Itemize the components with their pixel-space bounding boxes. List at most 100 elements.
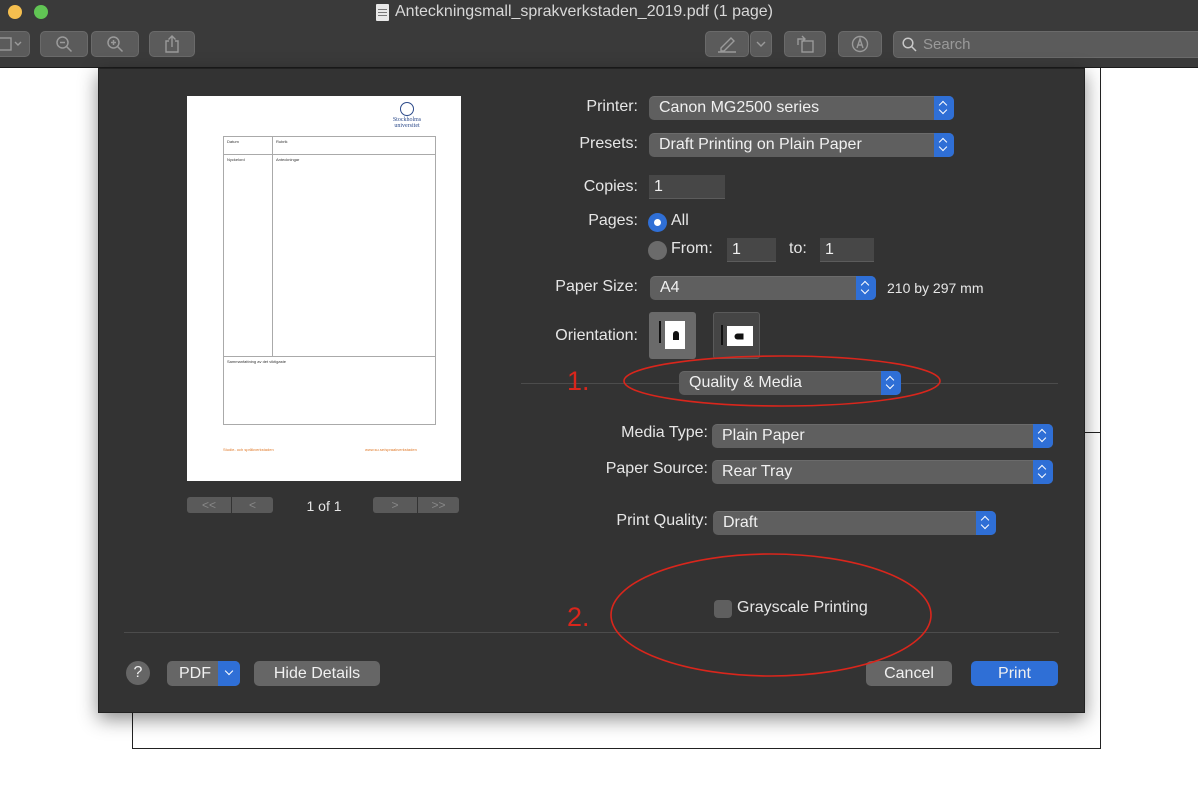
preview-line bbox=[224, 154, 435, 155]
print-preview: Stockholms universitet Datum Rubrik Nyck… bbox=[187, 96, 461, 481]
pages-from-field[interactable]: 1 bbox=[727, 238, 776, 262]
zoom-in-icon bbox=[107, 36, 124, 53]
copies-field[interactable]: 1 bbox=[649, 175, 725, 199]
printer-value: Canon MG2500 series bbox=[659, 99, 820, 116]
zoom-in-button[interactable] bbox=[91, 31, 139, 57]
media-type-value: Plain Paper bbox=[722, 427, 805, 444]
rotate-button[interactable] bbox=[784, 31, 826, 57]
university-logo: Stockholms universitet bbox=[387, 102, 427, 129]
pages-to-label: to: bbox=[789, 240, 807, 257]
share-icon bbox=[165, 35, 179, 53]
pages-all-radio[interactable] bbox=[648, 213, 667, 232]
previous-page-button[interactable]: < bbox=[232, 497, 273, 513]
preview-line bbox=[272, 137, 273, 356]
markup-icon bbox=[718, 37, 736, 53]
presets-select[interactable]: Draft Printing on Plain Paper bbox=[649, 133, 954, 157]
preview-datum: Datum bbox=[227, 139, 239, 144]
bottom-separator bbox=[124, 632, 1059, 633]
updown-arrows-icon bbox=[856, 276, 876, 300]
orientation-landscape-button[interactable] bbox=[713, 312, 760, 359]
updown-arrows-icon bbox=[1033, 460, 1053, 484]
paper-size-label: Paper Size: bbox=[555, 278, 638, 295]
last-page-button[interactable]: >> bbox=[418, 497, 459, 513]
section-value: Quality & Media bbox=[689, 374, 802, 391]
chevron-down-icon bbox=[756, 41, 766, 47]
annotation-marker-1: 1. bbox=[567, 366, 590, 396]
zoom-window-button[interactable] bbox=[34, 5, 48, 19]
logo-line-2: universitet bbox=[394, 123, 420, 129]
pdf-document-icon bbox=[376, 3, 389, 21]
sidebar-icon bbox=[0, 37, 22, 51]
help-button[interactable]: ? bbox=[126, 661, 150, 685]
print-quality-value: Draft bbox=[723, 514, 758, 531]
presets-value: Draft Printing on Plain Paper bbox=[659, 136, 862, 153]
copies-label: Copies: bbox=[583, 178, 638, 195]
next-page-button[interactable]: > bbox=[373, 497, 417, 513]
minimize-button[interactable] bbox=[8, 5, 22, 19]
annotate-icon bbox=[851, 35, 869, 53]
print-quality-select[interactable]: Draft bbox=[713, 511, 996, 535]
chevron-down-icon bbox=[218, 661, 240, 686]
annotation-marker-2: 2. bbox=[567, 602, 590, 632]
preview-footer-left: Studie- och språkverkstaden bbox=[223, 447, 274, 452]
search-icon bbox=[902, 37, 917, 52]
share-button[interactable] bbox=[149, 31, 195, 57]
orientation-portrait-button[interactable] bbox=[649, 312, 696, 359]
window-title: Anteckningsmall_sprakverkstaden_2019.pdf… bbox=[376, 3, 773, 21]
orientation-label: Orientation: bbox=[555, 327, 638, 344]
updown-arrows-icon bbox=[934, 96, 954, 120]
updown-arrows-icon bbox=[1033, 424, 1053, 448]
markup-button[interactable] bbox=[705, 31, 749, 57]
search-input[interactable] bbox=[923, 36, 1183, 53]
hide-details-button[interactable]: Hide Details bbox=[254, 661, 380, 686]
paper-size-value: A4 bbox=[660, 279, 680, 296]
pdf-menu-button[interactable]: PDF bbox=[167, 661, 240, 686]
zoom-out-icon bbox=[56, 36, 73, 53]
sidebar-toggle-button[interactable] bbox=[0, 31, 30, 57]
printer-label: Printer: bbox=[586, 98, 638, 115]
zoom-out-button[interactable] bbox=[40, 31, 88, 57]
pages-label: Pages: bbox=[588, 212, 638, 229]
pdf-label: PDF bbox=[179, 665, 211, 682]
rotate-icon bbox=[797, 35, 814, 53]
preview-anteckningar: Anteckningar bbox=[276, 157, 300, 162]
print-dialog: Stockholms universitet Datum Rubrik Nyck… bbox=[98, 68, 1085, 713]
portrait-orientation-icon bbox=[659, 321, 661, 343]
landscape-figure-shape bbox=[734, 333, 744, 340]
preview-footer-right: www.su.se/spraakverkstaden bbox=[365, 447, 417, 452]
university-seal-icon bbox=[400, 102, 414, 116]
search-field[interactable] bbox=[893, 31, 1198, 58]
paper-source-select[interactable]: Rear Tray bbox=[712, 460, 1053, 484]
section-select[interactable]: Quality & Media bbox=[679, 371, 901, 395]
pages-from-radio[interactable] bbox=[648, 241, 667, 260]
preview-nyckelord: Nyckelord bbox=[227, 157, 245, 162]
media-type-select[interactable]: Plain Paper bbox=[712, 424, 1053, 448]
portrait-figure-shape bbox=[673, 331, 679, 340]
preview-notes-table: Datum Rubrik Nyckelord Anteckningar Samm… bbox=[223, 136, 436, 425]
markup-menu-button[interactable] bbox=[750, 31, 772, 57]
paper-source-label: Paper Source: bbox=[605, 460, 708, 477]
pages-to-field[interactable]: 1 bbox=[820, 238, 874, 262]
paper-size-select[interactable]: A4 bbox=[650, 276, 876, 300]
media-type-label: Media Type: bbox=[621, 424, 708, 441]
updown-arrows-icon bbox=[881, 371, 901, 395]
landscape-orientation-icon bbox=[721, 325, 723, 345]
pages-from-label: From: bbox=[671, 240, 713, 257]
page-counter: 1 of 1 bbox=[306, 498, 342, 514]
background-document-edge bbox=[1084, 432, 1101, 433]
grayscale-checkbox[interactable] bbox=[714, 600, 732, 618]
pages-all-label: All bbox=[671, 212, 689, 229]
updown-arrows-icon bbox=[976, 511, 996, 535]
first-page-button[interactable]: << bbox=[187, 497, 231, 513]
printer-select[interactable]: Canon MG2500 series bbox=[649, 96, 954, 120]
grayscale-label: Grayscale Printing bbox=[737, 599, 868, 616]
updown-arrows-icon bbox=[934, 133, 954, 157]
print-button[interactable]: Print bbox=[971, 661, 1058, 686]
window-title-text: Anteckningsmall_sprakverkstaden_2019.pdf… bbox=[395, 3, 774, 20]
preview-line bbox=[224, 356, 435, 357]
paper-source-value: Rear Tray bbox=[722, 463, 793, 480]
annotate-button[interactable] bbox=[838, 31, 882, 57]
window-toolbar: Anteckningsmall_sprakverkstaden_2019.pdf… bbox=[0, 0, 1198, 68]
preview-sammanfattning: Sammanfattning av det viktigaste bbox=[227, 359, 286, 364]
cancel-button[interactable]: Cancel bbox=[866, 661, 952, 686]
